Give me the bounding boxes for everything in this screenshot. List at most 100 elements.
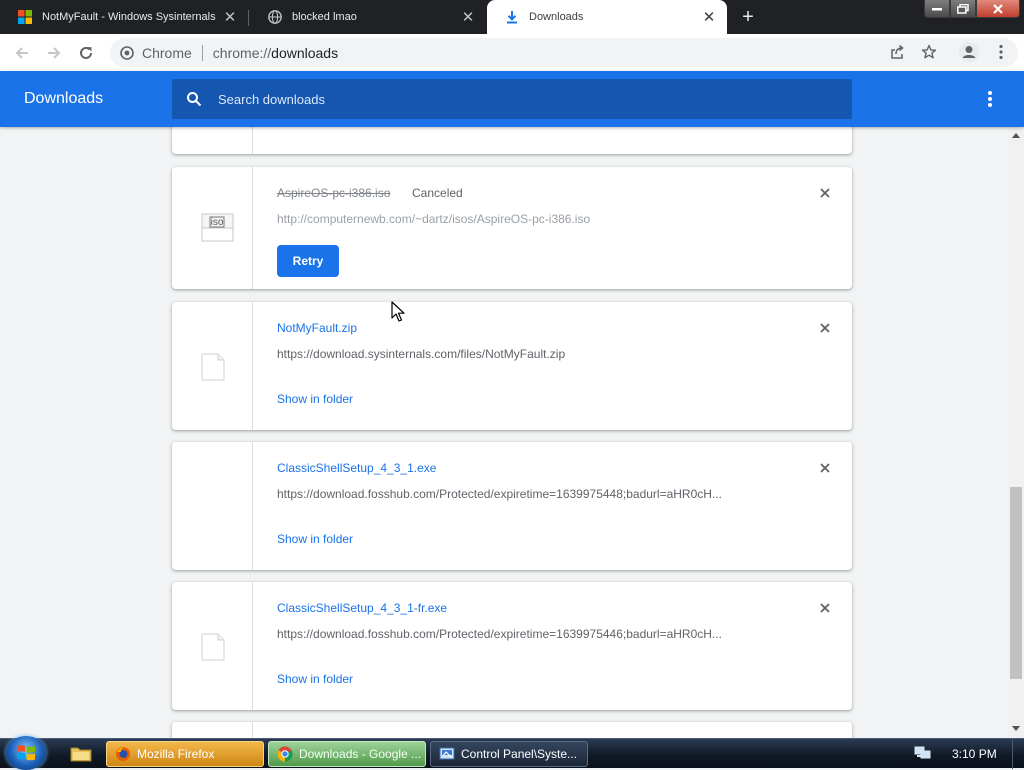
icon-column — [172, 442, 253, 570]
reload-icon — [80, 46, 92, 59]
microsoft-logo-icon — [18, 10, 32, 24]
close-icon — [820, 188, 830, 198]
tab-title: NotMyFault - Windows Sysinternals — [42, 11, 216, 23]
iso-file-icon: iso — [201, 213, 234, 242]
scroll-up-icon[interactable] — [1012, 133, 1020, 138]
file-icon — [201, 633, 225, 661]
site-chip-label: Chrome — [142, 44, 192, 61]
chrome-site-icon — [120, 45, 134, 60]
network-icon[interactable] — [914, 745, 932, 761]
remove-button[interactable] — [815, 598, 835, 618]
downloads-header: Downloads — [0, 71, 1024, 127]
download-filename: AspireOS-pc-i386.iso — [277, 186, 391, 200]
download-filename[interactable]: ClassicShellSetup_4_3_1-fr.exe — [277, 601, 447, 615]
search-input[interactable] — [218, 91, 818, 107]
taskbar-control-panel[interactable]: Control Panel\Syste... — [430, 741, 588, 767]
tab-downloads[interactable]: Downloads ✕ — [487, 0, 727, 34]
reload-button[interactable] — [75, 42, 97, 64]
control-panel-icon — [439, 747, 455, 760]
file-icon — [201, 353, 225, 381]
firefox-icon — [116, 747, 130, 761]
omnibox-divider — [201, 44, 203, 61]
taskbar-label: Control Panel\Syste... — [461, 747, 578, 761]
download-item-partial — [172, 127, 852, 154]
windows-taskbar: Mozilla Firefox Downloads - Google ... C… — [0, 736, 1024, 770]
page-scrollbar[interactable] — [1008, 127, 1024, 738]
browser-menu-button[interactable] — [990, 41, 1012, 63]
url-scheme: chrome:// — [212, 44, 272, 61]
show-in-folder-link[interactable]: Show in folder — [277, 672, 353, 686]
search-box[interactable] — [172, 79, 852, 119]
tab-close-icon[interactable]: ✕ — [701, 9, 717, 26]
download-item: ClassicShellSetup_4_3_1-fr.exe https://d… — [172, 582, 852, 710]
show-in-folder-link[interactable]: Show in folder — [277, 392, 353, 406]
scrollbar-thumb[interactable] — [1010, 487, 1022, 679]
profile-button[interactable] — [958, 41, 980, 63]
share-button[interactable] — [886, 41, 908, 63]
toolbar-actions — [876, 41, 1012, 63]
more-vert-dot — [988, 103, 992, 107]
close-icon — [820, 603, 830, 613]
browser-toolbar: Chrome chrome://downloads — [0, 34, 1024, 71]
back-button[interactable] — [11, 42, 33, 64]
window-controls — [924, 0, 1020, 18]
page-title: Downloads — [24, 90, 104, 107]
more-vert-dot — [988, 97, 992, 101]
download-status: Canceled — [412, 186, 463, 200]
downloads-list: iso AspireOS-pc-i386.iso Canceled http:/… — [0, 127, 1024, 738]
tab-close-icon[interactable]: ✕ — [222, 9, 238, 26]
arrow-right-icon — [48, 47, 61, 59]
downloads-menu-button[interactable] — [978, 87, 1002, 111]
download-filename[interactable]: NotMyFault.zip — [277, 321, 357, 335]
forward-button[interactable] — [43, 42, 65, 64]
restore-button[interactable] — [950, 0, 976, 18]
minimize-icon — [932, 7, 942, 10]
download-url[interactable]: https://download.sysinternals.com/files/… — [277, 347, 565, 361]
scroll-down-icon[interactable] — [1012, 726, 1020, 731]
download-url[interactable]: https://download.fosshub.com/Protected/e… — [277, 627, 722, 641]
mouse-cursor-icon — [391, 301, 405, 322]
taskbar-chrome[interactable]: Downloads - Google ... — [268, 741, 426, 767]
remove-button[interactable] — [815, 318, 835, 338]
download-item: NotMyFault.zip https://download.sysinter… — [172, 302, 852, 430]
download-item: iso AspireOS-pc-i386.iso Canceled http:/… — [172, 167, 852, 289]
profile-avatar-icon — [959, 42, 979, 62]
tab-close-icon[interactable]: ✕ — [460, 9, 476, 26]
share-icon — [891, 44, 904, 59]
chrome-icon — [277, 746, 293, 762]
explorer-folder-icon[interactable] — [70, 744, 92, 762]
retry-button[interactable]: Retry — [277, 245, 339, 277]
minimize-button[interactable] — [924, 0, 950, 18]
start-button[interactable] — [6, 736, 46, 770]
clock[interactable]: 3:10 PM — [952, 747, 997, 761]
show-in-folder-link[interactable]: Show in folder — [277, 532, 353, 546]
new-tab-button[interactable]: + — [736, 5, 760, 29]
bookmark-button[interactable] — [918, 41, 940, 63]
taskbar-label: Downloads - Google ... — [299, 747, 422, 761]
taskbar-firefox[interactable]: Mozilla Firefox — [106, 741, 264, 767]
url-host: downloads — [271, 44, 339, 61]
svg-text:iso: iso — [211, 217, 224, 228]
close-icon — [993, 3, 1003, 14]
restore-icon — [957, 3, 969, 14]
download-item-partial — [172, 722, 852, 738]
remove-button[interactable] — [815, 458, 835, 478]
close-window-button[interactable] — [976, 0, 1020, 18]
globe-icon — [268, 10, 282, 24]
tab-notmyfault[interactable]: NotMyFault - Windows Sysinternals ✕ — [0, 0, 248, 34]
icon-column — [172, 722, 253, 738]
download-url[interactable]: https://download.fosshub.com/Protected/e… — [277, 487, 722, 501]
more-vert-icon — [999, 44, 1003, 60]
show-desktop-button[interactable] — [1012, 739, 1024, 769]
download-item: ClassicShellSetup_4_3_1.exe https://down… — [172, 442, 852, 570]
tab-title: Downloads — [529, 11, 584, 23]
tab-title: blocked lmao — [292, 11, 357, 23]
tab-separator — [248, 10, 249, 26]
more-vert-dot — [988, 91, 992, 95]
remove-button[interactable] — [815, 183, 835, 203]
download-filename[interactable]: ClassicShellSetup_4_3_1.exe — [277, 461, 436, 475]
arrow-left-icon — [15, 47, 28, 59]
close-icon — [820, 323, 830, 333]
tab-blocked[interactable]: blocked lmao ✕ — [250, 0, 486, 34]
download-url[interactable]: http://computernewb.com/~dartz/isos/Aspi… — [277, 212, 590, 226]
